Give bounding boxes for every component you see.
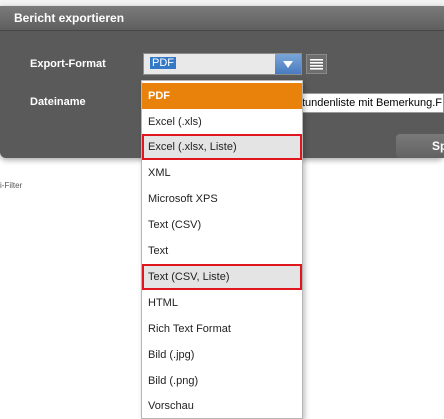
option-pdf[interactable]: PDF bbox=[142, 83, 302, 109]
dialog-title: Bericht exportieren bbox=[14, 11, 125, 25]
list-toggle-button[interactable] bbox=[306, 54, 327, 74]
option-text-csv[interactable]: Text (CSV) bbox=[142, 212, 302, 238]
list-icon bbox=[310, 58, 323, 70]
export-format-value: PDF bbox=[150, 57, 176, 69]
option-rich-text-format[interactable]: Rich Text Format bbox=[142, 316, 302, 342]
background-filter-label: i-Filter bbox=[0, 181, 23, 190]
export-format-select[interactable]: PDF bbox=[143, 53, 302, 75]
option-xml[interactable]: XML bbox=[142, 160, 302, 186]
filename-input[interactable]: tundenliste mit Bemerkung.F bbox=[299, 93, 444, 113]
chevron-down-icon[interactable] bbox=[275, 54, 301, 74]
option-microsoft-xps[interactable]: Microsoft XPS bbox=[142, 186, 302, 212]
dialog-titlebar: Bericht exportieren bbox=[0, 6, 444, 31]
option-text[interactable]: Text bbox=[142, 238, 302, 264]
save-button[interactable]: Sp bbox=[396, 134, 444, 158]
filename-label: Dateiname bbox=[30, 96, 86, 108]
option-excel-xlsx-liste[interactable]: Excel (.xlsx, Liste) bbox=[142, 134, 302, 160]
option-excel-xls[interactable]: Excel (.xls) bbox=[142, 109, 302, 135]
option-vorschau[interactable]: Vorschau bbox=[142, 393, 302, 419]
option-bild-jpg[interactable]: Bild (.jpg) bbox=[142, 342, 302, 368]
filename-value: tundenliste mit Bemerkung.F bbox=[302, 97, 443, 109]
save-button-label: Sp bbox=[432, 139, 444, 153]
option-html[interactable]: HTML bbox=[142, 290, 302, 316]
option-text-csv-liste[interactable]: Text (CSV, Liste) bbox=[142, 264, 302, 290]
option-bild-png[interactable]: Bild (.png) bbox=[142, 368, 302, 394]
export-format-label: Export-Format bbox=[30, 58, 106, 70]
export-format-dropdown: PDF Excel (.xls) Excel (.xlsx, Liste) XM… bbox=[141, 80, 303, 419]
